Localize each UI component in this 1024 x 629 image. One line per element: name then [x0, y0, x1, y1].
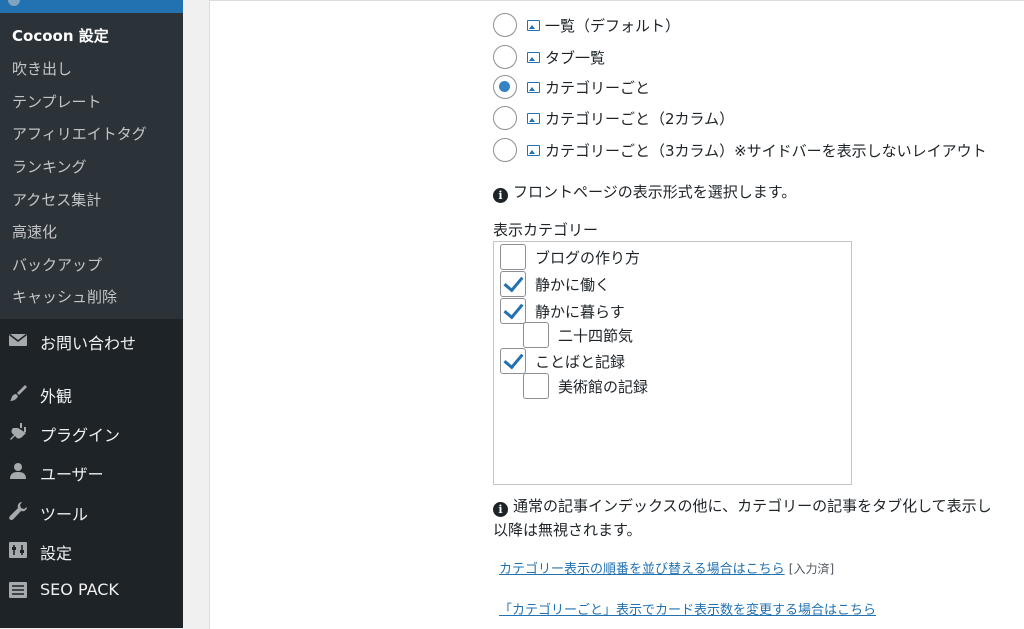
- image-icon: [527, 144, 540, 156]
- menu-item-appearance[interactable]: 外観: [0, 375, 183, 411]
- wrench-icon: [9, 502, 27, 521]
- checkbox-checked[interactable]: [500, 271, 526, 297]
- menu-item-settings[interactable]: 設定: [0, 532, 183, 568]
- category-item[interactable]: 静かに働く: [500, 271, 610, 297]
- categories-label: 表示カテゴリー: [493, 221, 599, 239]
- category-label: 美術館の記録: [558, 377, 649, 396]
- front-page-option-by-category-3col[interactable]: カテゴリーごと（3カラム）※サイドバーを表示しないレイアウト: [493, 136, 987, 164]
- submenu-item-template[interactable]: テンプレート: [12, 91, 102, 112]
- radio-button[interactable]: [493, 45, 517, 69]
- checkbox-checked[interactable]: [500, 298, 526, 324]
- radio-label: カテゴリーごと（2カラム）: [545, 109, 735, 128]
- menu-item-label: SEO PACK: [40, 580, 119, 599]
- active-menu-indicator: [0, 0, 183, 13]
- menu-item-label: 設定: [40, 544, 73, 563]
- submenu-item-speedup[interactable]: 高速化: [12, 221, 57, 242]
- menu-item-label: 外観: [40, 387, 73, 406]
- radio-button-checked[interactable]: [493, 75, 517, 99]
- category-tab-help: i 通常の記事インデックスの他に、カテゴリーの記事をタブ化して表示し: [493, 495, 992, 517]
- envelope-icon: [9, 333, 27, 346]
- checkbox-checked[interactable]: [500, 348, 526, 374]
- user-icon: [10, 463, 26, 479]
- submenu-item-ranking[interactable]: ランキング: [12, 156, 87, 177]
- front-page-option-by-category[interactable]: カテゴリーごと: [493, 73, 650, 101]
- list-icon: [9, 582, 27, 598]
- front-page-option-list[interactable]: 一覧（デフォルト）: [493, 11, 680, 39]
- cocoon-submenu: Cocoon 設定 吹き出し テンプレート アフィリエイトタグ ランキング アク…: [0, 13, 183, 319]
- menu-item-users[interactable]: ユーザー: [0, 453, 183, 489]
- front-page-option-tab-list[interactable]: タブ一覧: [493, 43, 605, 71]
- content-gutter: [183, 0, 209, 628]
- menu-item-label: ユーザー: [40, 465, 104, 484]
- category-order-link-row: カテゴリー表示の順番を並び替える場合はこちら [入力済]: [499, 558, 834, 577]
- category-item[interactable]: 美術館の記録: [523, 373, 648, 399]
- help-text: フロントページの表示形式を選択します。: [513, 183, 797, 201]
- category-label: 静かに暮らす: [535, 302, 625, 321]
- image-icon: [527, 81, 540, 93]
- paintbrush-icon: [10, 385, 27, 401]
- menu-item-label: ツール: [40, 505, 89, 524]
- category-item[interactable]: 二十四節気: [523, 322, 633, 348]
- submenu-item-access-stats[interactable]: アクセス集計: [12, 189, 101, 210]
- menu-item-seo-pack[interactable]: SEO PACK: [0, 572, 183, 608]
- image-icon: [527, 19, 540, 31]
- menu-item-tools[interactable]: ツール: [0, 493, 183, 529]
- checkbox[interactable]: [500, 244, 526, 270]
- menu-item-label: プラグイン: [40, 426, 121, 445]
- submenu-item-affiliate-tag[interactable]: アフィリエイトタグ: [12, 123, 147, 144]
- checkbox[interactable]: [523, 373, 549, 399]
- submenu-item-speech-bubble[interactable]: 吹き出し: [12, 58, 72, 79]
- menu-item-contact[interactable]: お問い合わせ: [0, 322, 183, 358]
- radio-button[interactable]: [493, 106, 517, 130]
- plugin-icon: [10, 423, 26, 440]
- settings-icon: [9, 542, 27, 558]
- category-item[interactable]: ことばと記録: [500, 348, 625, 374]
- radio-label: カテゴリーごと（3カラム）※サイドバーを表示しないレイアウト: [545, 141, 987, 160]
- category-item[interactable]: ブログの作り方: [500, 244, 640, 270]
- help-text-line2: 以降は無視されます。: [493, 521, 642, 539]
- radio-label: タブ一覧: [545, 48, 606, 67]
- checkbox[interactable]: [523, 322, 549, 348]
- category-order-link[interactable]: カテゴリー表示の順番を並び替える場合はこちら: [499, 562, 785, 577]
- card-count-link[interactable]: 「カテゴリーごと」表示でカード表示数を変更する場合はこちら: [499, 603, 876, 618]
- radio-label: 一覧（デフォルト）: [545, 16, 681, 35]
- category-checklist[interactable]: ブログの作り方 静かに働く 静かに暮らす 二十四節気 ことばと記録 美術館の記録: [493, 241, 852, 485]
- info-icon: i: [493, 502, 508, 517]
- radio-button[interactable]: [493, 13, 517, 37]
- help-text-line1: 通常の記事インデックスの他に、カテゴリーの記事をタブ化して表示し: [513, 497, 992, 515]
- category-item[interactable]: 静かに暮らす: [500, 298, 625, 324]
- admin-sidebar: Cocoon 設定 吹き出し テンプレート アフィリエイトタグ ランキング アク…: [0, 0, 183, 628]
- entered-note: [入力済]: [788, 562, 835, 576]
- category-label: ことばと記録: [535, 352, 626, 371]
- submenu-item-cache-clear[interactable]: キャッシュ削除: [12, 286, 117, 307]
- card-count-link-row: 「カテゴリーごと」表示でカード表示数を変更する場合はこちら: [499, 599, 876, 618]
- front-page-option-by-category-2col[interactable]: カテゴリーごと（2カラム）: [493, 104, 734, 132]
- category-label: 静かに働く: [535, 275, 611, 294]
- category-label: 二十四節気: [558, 326, 634, 345]
- radio-label: カテゴリーごと: [545, 78, 651, 97]
- front-page-help: i フロントページの表示形式を選択します。: [493, 181, 796, 203]
- menu-item-label: お問い合わせ: [40, 334, 137, 353]
- image-icon: [527, 51, 540, 63]
- submenu-item-cocoon-settings[interactable]: Cocoon 設定: [12, 25, 109, 46]
- radio-button[interactable]: [493, 138, 517, 162]
- category-label: ブログの作り方: [535, 248, 641, 267]
- info-icon: i: [493, 188, 508, 203]
- submenu-item-backup[interactable]: バックアップ: [12, 254, 102, 275]
- image-icon: [527, 112, 540, 124]
- menu-item-plugins[interactable]: プラグイン: [0, 414, 183, 450]
